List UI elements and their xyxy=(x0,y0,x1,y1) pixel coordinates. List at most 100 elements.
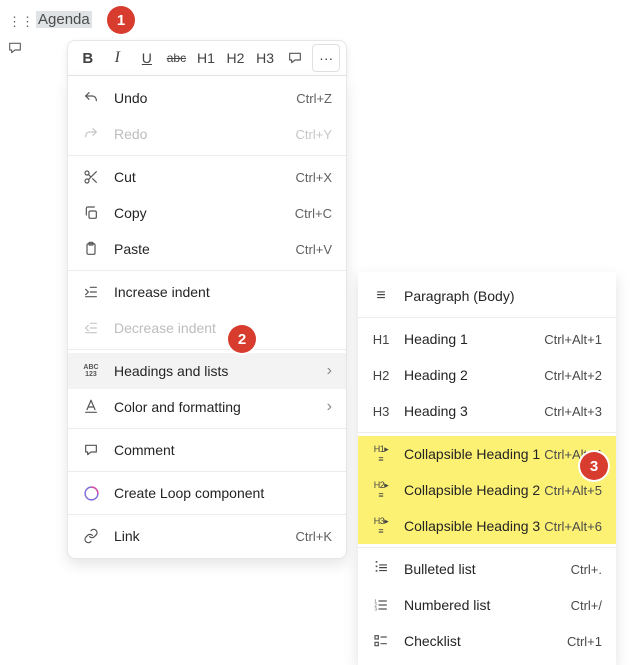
paragraph-item[interactable]: ≡ Paragraph (Body) xyxy=(358,278,616,314)
menu-separator xyxy=(68,471,346,472)
undo-icon xyxy=(80,87,102,109)
heading-1-label: Heading 1 xyxy=(404,331,544,347)
create-loop-item[interactable]: Create Loop component xyxy=(68,475,346,511)
paste-label: Paste xyxy=(114,241,296,257)
collapsible-heading-3-label: Collapsible Heading 3 xyxy=(404,518,544,534)
comment-button[interactable] xyxy=(281,44,309,72)
heading-2-label: Heading 2 xyxy=(404,367,544,383)
redo-shortcut: Ctrl+Y xyxy=(296,127,332,142)
cut-shortcut: Ctrl+X xyxy=(296,170,332,185)
menu-separator xyxy=(68,270,346,271)
heading-2-item[interactable]: H2 Heading 2 Ctrl+Alt+2 xyxy=(358,357,616,393)
paragraph-icon: ≡ xyxy=(370,288,392,304)
link-shortcut: Ctrl+K xyxy=(296,529,332,544)
bold-button[interactable]: B xyxy=(74,44,102,72)
loop-component-icon xyxy=(80,482,102,504)
comment-label: Comment xyxy=(114,442,332,458)
collapsible-heading-2-label: Collapsible Heading 2 xyxy=(404,482,544,498)
underline-button[interactable]: U xyxy=(133,44,161,72)
italic-button[interactable]: I xyxy=(104,44,132,72)
submenu-separator xyxy=(358,317,616,318)
annotation-callout-3: 3 xyxy=(580,452,608,480)
h1-icon: H1 xyxy=(370,332,392,347)
increase-indent-item[interactable]: Increase indent xyxy=(68,274,346,310)
collapsible-heading-2-shortcut: Ctrl+Alt+5 xyxy=(544,483,602,498)
checklist-icon xyxy=(370,633,392,649)
chevron-right-icon: › xyxy=(327,363,332,379)
context-menu: Undo Ctrl+Z Redo Ctrl+Y Cut Ctrl+X Copy … xyxy=(67,76,347,559)
collapsible-heading-2-item[interactable]: H2▸≡ Collapsible Heading 2 Ctrl+Alt+5 xyxy=(358,472,616,508)
color-formatting-icon xyxy=(80,396,102,418)
paragraph-label: Paragraph (Body) xyxy=(404,288,602,304)
paste-item[interactable]: Paste Ctrl+V xyxy=(68,231,346,267)
headings-and-lists-item[interactable]: ABC123 Headings and lists › xyxy=(68,353,346,389)
submenu-separator xyxy=(358,547,616,548)
chevron-right-icon: › xyxy=(327,399,332,415)
create-loop-label: Create Loop component xyxy=(114,485,332,501)
bulleted-list-label: Bulleted list xyxy=(404,561,571,577)
h2-button[interactable]: H2 xyxy=(222,44,250,72)
headings-lists-submenu: ≡ Paragraph (Body) H1 Heading 1 Ctrl+Alt… xyxy=(358,272,616,665)
checklist-shortcut: Ctrl+1 xyxy=(567,634,602,649)
collapsible-heading-3-item[interactable]: H3▸≡ Collapsible Heading 3 Ctrl+Alt+6 xyxy=(358,508,616,544)
collapsible-h1-icon: H1▸≡ xyxy=(370,445,392,464)
submenu-separator xyxy=(358,432,616,433)
color-and-formatting-item[interactable]: Color and formatting › xyxy=(68,389,346,425)
drag-handle-icon[interactable]: ⋮⋮ xyxy=(8,15,34,28)
paste-shortcut: Ctrl+V xyxy=(296,242,332,257)
color-and-formatting-label: Color and formatting xyxy=(114,399,319,415)
copy-icon xyxy=(80,202,102,224)
numbered-list-icon: 123 xyxy=(370,597,392,613)
collapsible-h2-icon: H2▸≡ xyxy=(370,481,392,500)
comment-item[interactable]: Comment xyxy=(68,432,346,468)
redo-item: Redo Ctrl+Y xyxy=(68,116,346,152)
link-item[interactable]: Link Ctrl+K xyxy=(68,518,346,554)
redo-icon xyxy=(80,123,102,145)
heading-1-shortcut: Ctrl+Alt+1 xyxy=(544,332,602,347)
collapsible-heading-1-item[interactable]: H1▸≡ Collapsible Heading 1 Ctrl+Alt+4 xyxy=(358,436,616,472)
headings-and-lists-label: Headings and lists xyxy=(114,363,319,379)
decrease-indent-item: Decrease indent xyxy=(68,310,346,346)
formatting-toolbar: B I U abc H1 H2 H3 ··· xyxy=(67,40,347,76)
comment-thread-icon[interactable] xyxy=(7,40,23,56)
link-label: Link xyxy=(114,528,296,544)
collapsible-heading-1-label: Collapsible Heading 1 xyxy=(404,446,544,462)
numbered-list-shortcut: Ctrl+/ xyxy=(571,598,602,613)
h3-button[interactable]: H3 xyxy=(251,44,279,72)
annotation-callout-2: 2 xyxy=(228,325,256,353)
bulleted-list-shortcut: Ctrl+. xyxy=(571,562,602,577)
scissors-icon xyxy=(80,166,102,188)
undo-item[interactable]: Undo Ctrl+Z xyxy=(68,80,346,116)
indent-increase-icon xyxy=(80,281,102,303)
copy-item[interactable]: Copy Ctrl+C xyxy=(68,195,346,231)
h3-icon: H3 xyxy=(370,404,392,419)
undo-shortcut: Ctrl+Z xyxy=(296,91,332,106)
bulleted-list-item[interactable]: ⫶≡ Bulleted list Ctrl+. xyxy=(358,551,616,587)
menu-separator xyxy=(68,428,346,429)
checklist-item[interactable]: Checklist Ctrl+1 xyxy=(358,623,616,659)
strikethrough-button[interactable]: abc xyxy=(163,44,191,72)
heading-3-item[interactable]: H3 Heading 3 Ctrl+Alt+3 xyxy=(358,393,616,429)
toolbar-overflow-button[interactable]: ··· xyxy=(312,44,340,72)
undo-label: Undo xyxy=(114,90,296,106)
clipboard-icon xyxy=(80,238,102,260)
heading-1-item[interactable]: H1 Heading 1 Ctrl+Alt+1 xyxy=(358,321,616,357)
menu-separator xyxy=(68,155,346,156)
svg-text:3: 3 xyxy=(374,606,377,611)
bulleted-list-icon: ⫶≡ xyxy=(370,561,392,577)
collapsible-h3-icon: H3▸≡ xyxy=(370,517,392,536)
copy-label: Copy xyxy=(114,205,295,221)
indent-decrease-icon xyxy=(80,317,102,339)
h1-button[interactable]: H1 xyxy=(192,44,220,72)
checklist-label: Checklist xyxy=(404,633,567,649)
headings-lists-icon: ABC123 xyxy=(80,360,102,382)
copy-shortcut: Ctrl+C xyxy=(295,206,332,221)
heading-2-shortcut: Ctrl+Alt+2 xyxy=(544,368,602,383)
cut-label: Cut xyxy=(114,169,296,185)
heading-3-label: Heading 3 xyxy=(404,403,544,419)
annotation-callout-1: 1 xyxy=(107,6,135,34)
numbered-list-item[interactable]: 123 Numbered list Ctrl+/ xyxy=(358,587,616,623)
menu-separator xyxy=(68,514,346,515)
cut-item[interactable]: Cut Ctrl+X xyxy=(68,159,346,195)
h2-icon: H2 xyxy=(370,368,392,383)
